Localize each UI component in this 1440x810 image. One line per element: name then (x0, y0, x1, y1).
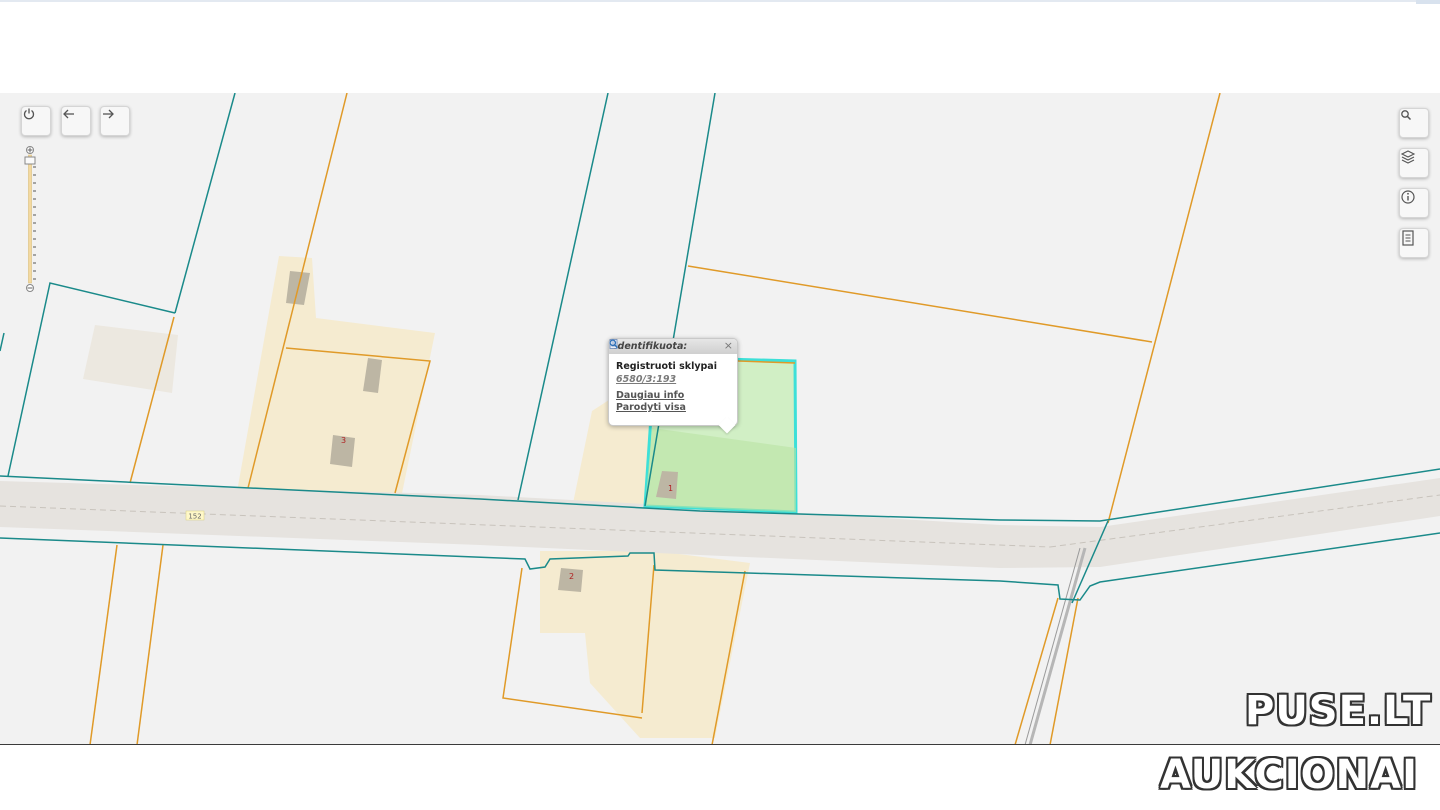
identify-popup: Identifikuota: × Registruoti sklypai 658… (608, 338, 738, 434)
zoom-slider-handle[interactable] (24, 156, 36, 165)
top-strip (0, 0, 1440, 2)
info-icon (1401, 190, 1415, 204)
right-strip (1416, 0, 1440, 4)
magnifier-icon (609, 339, 618, 349)
back-arrow-icon (63, 109, 74, 119)
watermark-line2: AUKCIONAI (1160, 752, 1418, 798)
info-button[interactable] (1399, 188, 1429, 218)
power-button[interactable] (21, 106, 51, 136)
map-view[interactable]: 152 3 1 2 Identifikuota: × Registruoti s… (0, 93, 1440, 745)
popup-layer-name: Registruoti sklypai (616, 361, 717, 372)
back-button[interactable] (61, 106, 91, 136)
watermark-line1: PUSE.LT (1245, 688, 1432, 734)
forward-button[interactable] (100, 106, 130, 136)
building-number: 3 (341, 436, 346, 445)
railway-line (1028, 547, 1087, 744)
zoom-slider[interactable] (22, 145, 38, 293)
search-icon (1401, 110, 1412, 121)
yard-area (235, 256, 435, 503)
zoom-slider-track[interactable] (22, 145, 38, 293)
forward-arrow-icon (103, 109, 114, 119)
popup-header: Identifikuota: × (609, 339, 737, 354)
show-all-label[interactable]: Parodyti visa (616, 402, 686, 413)
layers-icon (1400, 150, 1416, 164)
railway-line (1024, 547, 1081, 744)
show-all-link[interactable]: Parodyti visa (609, 339, 737, 413)
more-info-link[interactable]: Daugiau info (609, 339, 737, 401)
more-info-label[interactable]: Daugiau info (616, 390, 684, 401)
parcel-id-link[interactable]: 6580/3:193 (616, 374, 737, 385)
building-number: 2 (569, 572, 574, 581)
layers-button[interactable] (1399, 148, 1429, 178)
building-number: 1 (668, 484, 673, 493)
road-label: 152 (188, 513, 201, 521)
popup-close-button[interactable]: × (724, 339, 733, 352)
popup-title: Identifikuota: (614, 341, 688, 352)
document-icon (1402, 230, 1414, 246)
search-button[interactable] (1399, 108, 1429, 138)
yard-area (83, 325, 178, 393)
power-icon (23, 108, 35, 120)
document-button[interactable] (1399, 228, 1429, 258)
